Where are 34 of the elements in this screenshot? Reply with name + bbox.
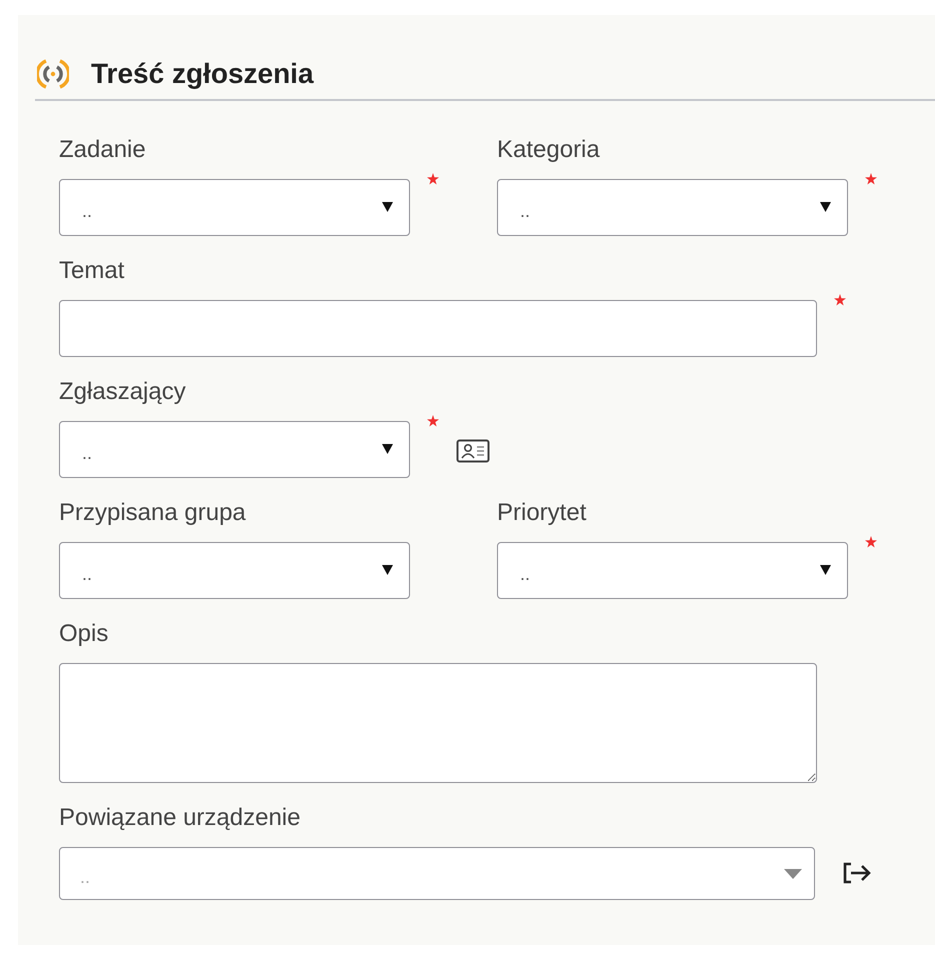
- input-field[interactable]: [59, 300, 817, 357]
- caret-icon: [382, 444, 393, 454]
- required-star-icon: [427, 415, 439, 427]
- contact-card-icon[interactable]: [456, 439, 490, 463]
- select-value: ..: [82, 443, 92, 464]
- select-field[interactable]: ..: [497, 179, 848, 236]
- select-field[interactable]: ..: [59, 421, 410, 478]
- field-label: Powiązane urządzenie: [59, 803, 302, 833]
- required-star-icon: [427, 173, 439, 185]
- combo-value: ..: [80, 867, 90, 888]
- required-star-icon: [834, 294, 846, 306]
- field-label: Temat: [59, 256, 126, 286]
- required-star-icon: [865, 536, 877, 548]
- caret-icon: [382, 564, 393, 574]
- select-value: ..: [520, 564, 530, 585]
- select-field[interactable]: ..: [497, 542, 848, 599]
- caret-icon: [820, 564, 831, 574]
- caret-icon: [382, 202, 393, 212]
- field-label: Priorytet: [497, 498, 588, 528]
- select-value: ..: [520, 201, 530, 222]
- select-field[interactable]: ..: [59, 179, 410, 236]
- caret-icon: [820, 202, 831, 212]
- select-field[interactable]: ..: [59, 542, 410, 599]
- field-label: Opis: [59, 619, 110, 649]
- section-title: Treść zgłoszenia: [91, 58, 314, 90]
- caret-icon: [784, 868, 802, 878]
- select-value: ..: [82, 564, 92, 585]
- field-label: Zgłaszający: [59, 377, 187, 407]
- select-value: ..: [82, 201, 92, 222]
- field-label: Zadanie: [59, 135, 147, 165]
- field-label: Przypisana grupa: [59, 498, 247, 528]
- required-star-icon: [865, 173, 877, 185]
- field-label: Kategoria: [497, 135, 601, 165]
- signal-icon: [37, 57, 69, 91]
